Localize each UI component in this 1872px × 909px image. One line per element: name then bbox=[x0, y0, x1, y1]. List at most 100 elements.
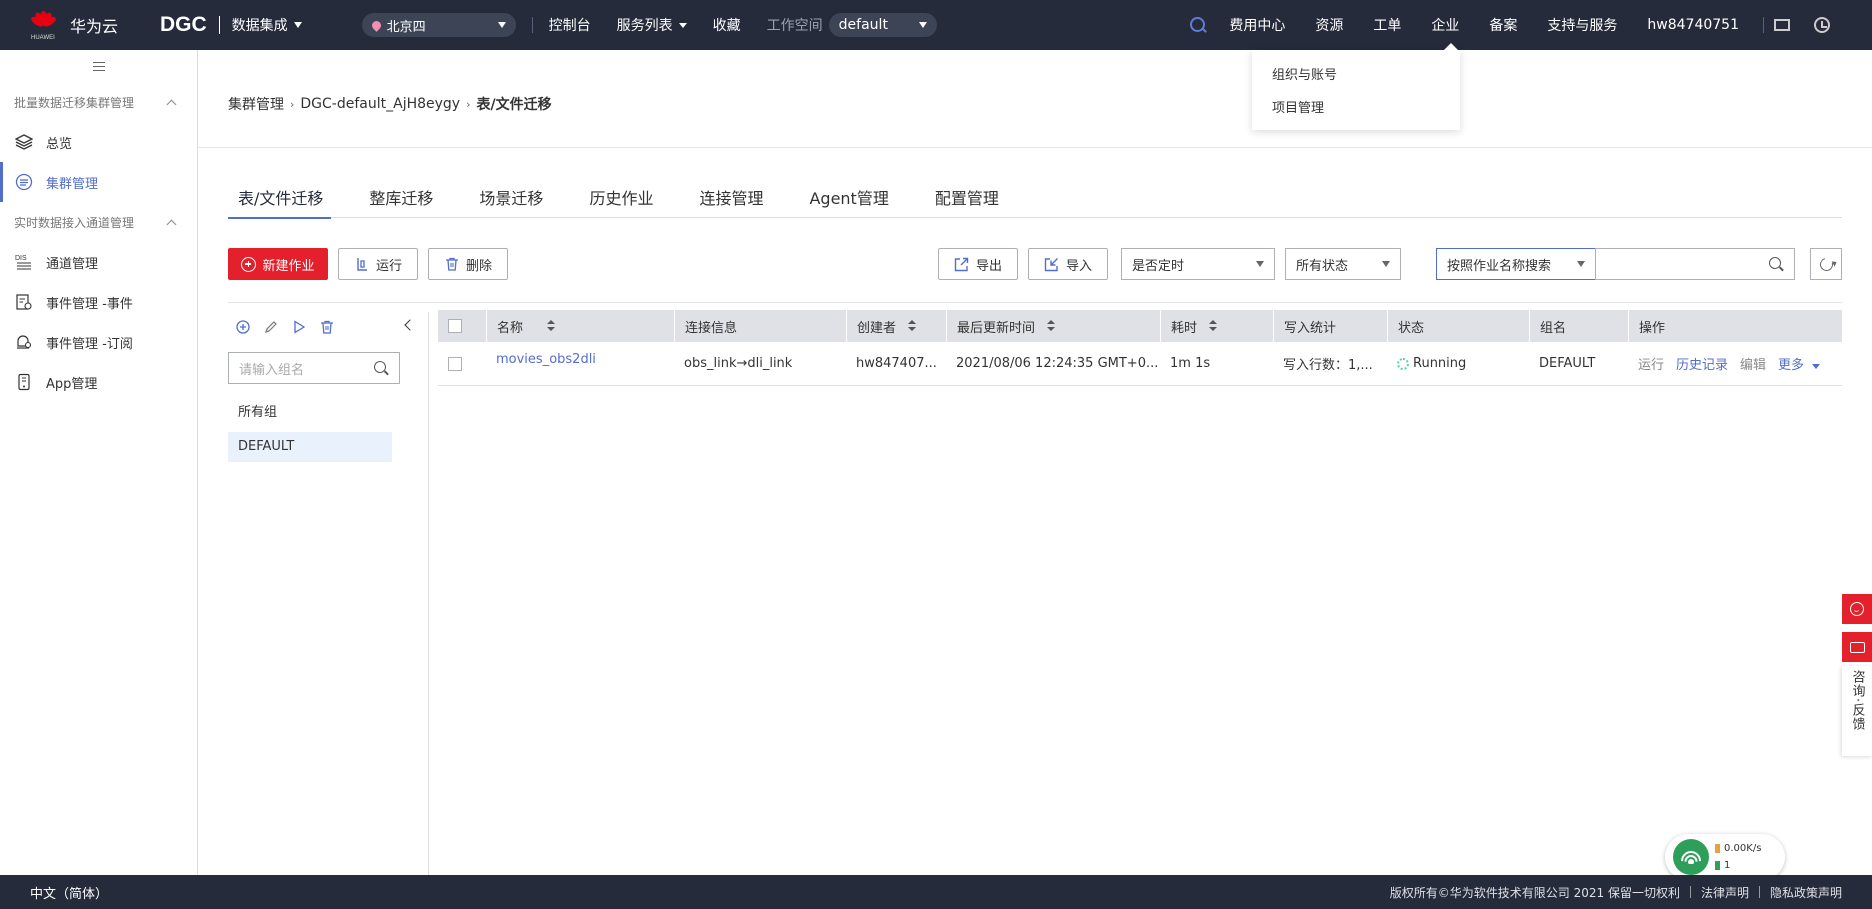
nav-enterprise[interactable]: 企业 bbox=[1431, 15, 1459, 35]
edit-group-icon[interactable] bbox=[264, 320, 278, 334]
cluster-icon bbox=[14, 173, 34, 191]
col-name[interactable]: 名称 bbox=[486, 310, 674, 342]
tab-link-mgmt[interactable]: 连接管理 bbox=[691, 186, 771, 218]
brand-name: 华为云 bbox=[70, 17, 119, 36]
group-item-default[interactable]: DEFAULT bbox=[228, 432, 392, 462]
sidebar-toggle[interactable] bbox=[0, 50, 197, 82]
nav-icp[interactable]: 备案 bbox=[1489, 15, 1517, 35]
run-label: 运行 bbox=[375, 258, 402, 274]
tab-scenario-migration[interactable]: 场景迁移 bbox=[471, 186, 551, 218]
username[interactable]: hw84740751 bbox=[1647, 17, 1739, 33]
footer-divider bbox=[1758, 886, 1760, 898]
row-checkbox[interactable] bbox=[448, 356, 462, 371]
col-write-stats: 写入统计 bbox=[1273, 310, 1387, 342]
group-search-input[interactable]: 请输入组名 bbox=[228, 352, 400, 384]
delete-group-icon[interactable] bbox=[320, 320, 334, 334]
mail-icon[interactable] bbox=[1774, 19, 1790, 31]
network-monitor-widget[interactable]: 0.00K/s 1 bbox=[1665, 834, 1785, 880]
nav-favorites[interactable]: 收藏 bbox=[713, 15, 741, 35]
run-button[interactable]: 运行 bbox=[338, 248, 418, 280]
status-filter-select[interactable]: 所有状态 bbox=[1285, 248, 1401, 280]
sidebar-item-channel-mgmt[interactable]: DIS 通道管理 bbox=[0, 242, 197, 282]
group-item-all[interactable]: 所有组 bbox=[228, 398, 392, 428]
timed-filter-select[interactable]: 是否定时 bbox=[1121, 248, 1275, 280]
nav-service-list[interactable]: 服务列表 bbox=[617, 15, 687, 35]
sidebar-item-label: 事件管理 -事件 bbox=[46, 296, 133, 312]
import-button[interactable]: 导入 bbox=[1028, 248, 1108, 280]
select-all-checkbox[interactable] bbox=[448, 319, 462, 333]
sidebar-item-label: 总览 bbox=[46, 136, 73, 152]
nav-billing[interactable]: 费用中心 bbox=[1229, 15, 1285, 35]
tab-database-migration[interactable]: 整库迁移 bbox=[361, 186, 441, 218]
chevron-up-icon bbox=[166, 219, 177, 229]
search-field-select[interactable]: 按照作业名称搜索 bbox=[1436, 248, 1596, 280]
job-status: Running bbox=[1413, 356, 1467, 371]
row-select-cell bbox=[438, 342, 486, 385]
search-icon[interactable] bbox=[1769, 257, 1784, 272]
tab-config-mgmt[interactable]: 配置管理 bbox=[927, 186, 1007, 218]
sidebar-item-event-subscribe[interactable]: 事件管理 -订阅 bbox=[0, 322, 197, 362]
sidebar-group-realtime[interactable]: 实时数据接入通道管理 bbox=[0, 202, 197, 242]
job-search-input[interactable] bbox=[1595, 248, 1795, 280]
col-creator[interactable]: 创建者 bbox=[846, 310, 946, 342]
nav-service-list-label: 服务列表 bbox=[616, 18, 673, 34]
wifi-icon bbox=[1673, 839, 1709, 875]
network-speed: 0.00K/s bbox=[1724, 843, 1762, 854]
col-duration[interactable]: 耗时 bbox=[1160, 310, 1273, 342]
search-icon[interactable] bbox=[374, 361, 389, 376]
caret-down-icon bbox=[1812, 364, 1821, 369]
footer-links: 版权所有©华为软件技术有限公司 2021 保留一切权利 法律声明 隐私政策声明 bbox=[1390, 884, 1842, 901]
chevron-left-icon[interactable] bbox=[404, 319, 416, 331]
action-more-link[interactable]: 更多 bbox=[1778, 354, 1821, 373]
nav-support[interactable]: 支持与服务 bbox=[1547, 15, 1617, 35]
tab-agent-mgmt[interactable]: Agent管理 bbox=[801, 186, 896, 218]
jobs-table: 名称 连接信息 创建者 最后更新时间 耗时 写入统计 状态 组名 操作 movi… bbox=[438, 310, 1842, 386]
action-history-link[interactable]: 历史记录 bbox=[1676, 354, 1728, 373]
sort-icon bbox=[908, 320, 917, 332]
upload-speed-icon bbox=[1715, 844, 1720, 853]
legal-link[interactable]: 法律声明 bbox=[1701, 884, 1749, 901]
region-selector[interactable]: 北京四 bbox=[361, 13, 516, 37]
tab-table-file-migration[interactable]: 表/文件迁移 bbox=[228, 186, 332, 219]
search-icon[interactable] bbox=[1189, 16, 1207, 34]
workspace-selector[interactable]: default bbox=[828, 13, 937, 37]
chat-icon bbox=[1849, 641, 1865, 653]
nav-resources[interactable]: 资源 bbox=[1315, 15, 1343, 35]
chat-button[interactable] bbox=[1842, 632, 1872, 662]
consult-feedback-button[interactable]: 咨询·反馈 bbox=[1842, 666, 1872, 756]
language-selector[interactable]: 中文（简体） bbox=[30, 883, 108, 902]
privacy-link[interactable]: 隐私政策声明 bbox=[1770, 884, 1842, 901]
job-name-link[interactable]: movies_obs2dli bbox=[496, 352, 596, 367]
product-logo[interactable]: DGC bbox=[160, 13, 207, 37]
huawei-logo-icon: HUAWEI bbox=[29, 9, 58, 41]
nav-tickets[interactable]: 工单 bbox=[1373, 15, 1401, 35]
logo-subtext: HUAWEI bbox=[31, 35, 55, 41]
sidebar-item-app-mgmt[interactable]: App管理 bbox=[0, 362, 197, 402]
export-button[interactable]: 导出 bbox=[938, 248, 1018, 280]
cell-actions: 运行 历史记录 编辑 更多 bbox=[1628, 342, 1842, 385]
sidebar-item-event-events[interactable]: 事件管理 -事件 bbox=[0, 282, 197, 322]
nav-console[interactable]: 控制台 bbox=[549, 15, 591, 35]
run-group-icon[interactable] bbox=[292, 320, 306, 334]
product-switcher[interactable]: 数据集成 bbox=[232, 15, 302, 35]
sidebar-item-cluster-mgmt[interactable]: 集群管理 bbox=[0, 162, 197, 202]
sidebar-item-overview[interactable]: 总览 bbox=[0, 122, 197, 162]
sidebar-group-title: 实时数据接入通道管理 bbox=[14, 215, 135, 230]
add-group-icon[interactable] bbox=[236, 320, 250, 334]
breadcrumb-cluster-mgmt[interactable]: 集群管理 bbox=[228, 94, 284, 114]
col-actions: 操作 bbox=[1628, 310, 1842, 342]
status-filter-value: 所有状态 bbox=[1296, 258, 1349, 274]
delete-label: 删除 bbox=[465, 258, 492, 274]
smiley-feedback-button[interactable] bbox=[1842, 594, 1872, 624]
col-updated[interactable]: 最后更新时间 bbox=[946, 310, 1160, 342]
footer: 中文（简体） 版权所有©华为软件技术有限公司 2021 保留一切权利 法律声明 … bbox=[0, 875, 1872, 909]
sidebar-group-batch[interactable]: 批量数据迁移集群管理 bbox=[0, 82, 197, 122]
tab-history-jobs[interactable]: 历史作业 bbox=[581, 186, 661, 218]
delete-button[interactable]: 删除 bbox=[428, 248, 508, 280]
col-write-stats-label: 写入统计 bbox=[1284, 320, 1337, 336]
clock-icon[interactable] bbox=[1814, 17, 1830, 33]
new-job-button[interactable]: 新建作业 bbox=[228, 248, 328, 280]
huawei-cloud-logo[interactable]: HUAWEI 华为云 bbox=[29, 9, 150, 41]
refresh-button[interactable] bbox=[1810, 248, 1842, 280]
breadcrumb-cluster-name[interactable]: DGC-default_AjH8eygy bbox=[300, 96, 460, 112]
